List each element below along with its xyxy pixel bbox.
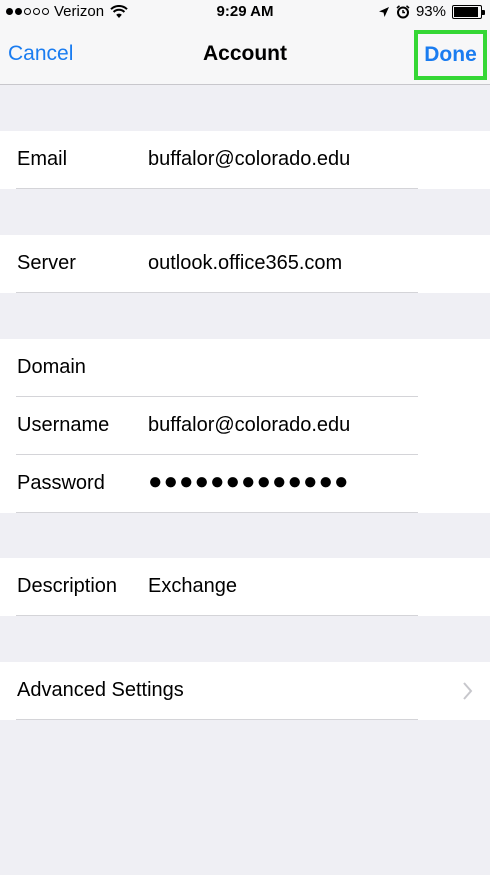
chevron-right-icon	[463, 682, 473, 700]
alarm-clock-icon	[396, 4, 410, 18]
advanced-settings-row[interactable]: Advanced Settings	[0, 662, 490, 720]
screen: Verizon 9:29 AM 93% Cancel Account Done …	[0, 0, 490, 875]
description-label: Description	[17, 575, 118, 597]
username-label: Username	[17, 414, 110, 436]
done-button[interactable]: Done	[414, 30, 487, 80]
server-group: Server outlook.office365.com	[0, 235, 490, 293]
description-row[interactable]: Description Exchange	[0, 558, 490, 616]
password-label: Password	[17, 472, 105, 494]
password-field[interactable]: ●●●●●●●●●●●●●	[148, 468, 349, 496]
description-group: Description Exchange	[0, 558, 490, 616]
battery-level	[454, 6, 479, 17]
password-row[interactable]: Password ●●●●●●●●●●●●●	[0, 455, 490, 513]
server-label: Server	[17, 252, 76, 274]
battery-percent: 93%	[415, 3, 446, 20]
battery-icon	[452, 4, 485, 19]
advanced-group: Advanced Settings	[0, 662, 490, 720]
email-group: Email buffalor@colorado.edu	[0, 131, 490, 189]
email-row[interactable]: Email buffalor@colorado.edu	[0, 131, 490, 189]
username-field[interactable]: buffalor@colorado.edu	[148, 414, 350, 437]
email-field[interactable]: buffalor@colorado.edu	[148, 148, 350, 171]
credentials-group: Domain Username buffalor@colorado.edu Pa…	[0, 339, 490, 513]
description-field[interactable]: Exchange	[148, 575, 237, 598]
email-label: Email	[17, 148, 68, 170]
server-row[interactable]: Server outlook.office365.com	[0, 235, 490, 293]
status-right: 93%	[378, 3, 485, 20]
navigation-bar: Cancel Account Done	[0, 26, 490, 85]
done-button-label: Done	[424, 43, 477, 66]
server-field[interactable]: outlook.office365.com	[148, 252, 342, 275]
domain-row[interactable]: Domain	[0, 339, 490, 397]
status-bar: Verizon 9:29 AM 93%	[0, 0, 490, 26]
domain-label: Domain	[17, 356, 86, 378]
location-arrow-icon	[378, 6, 389, 17]
advanced-settings-label: Advanced Settings	[17, 679, 184, 701]
username-row[interactable]: Username buffalor@colorado.edu	[0, 397, 490, 455]
